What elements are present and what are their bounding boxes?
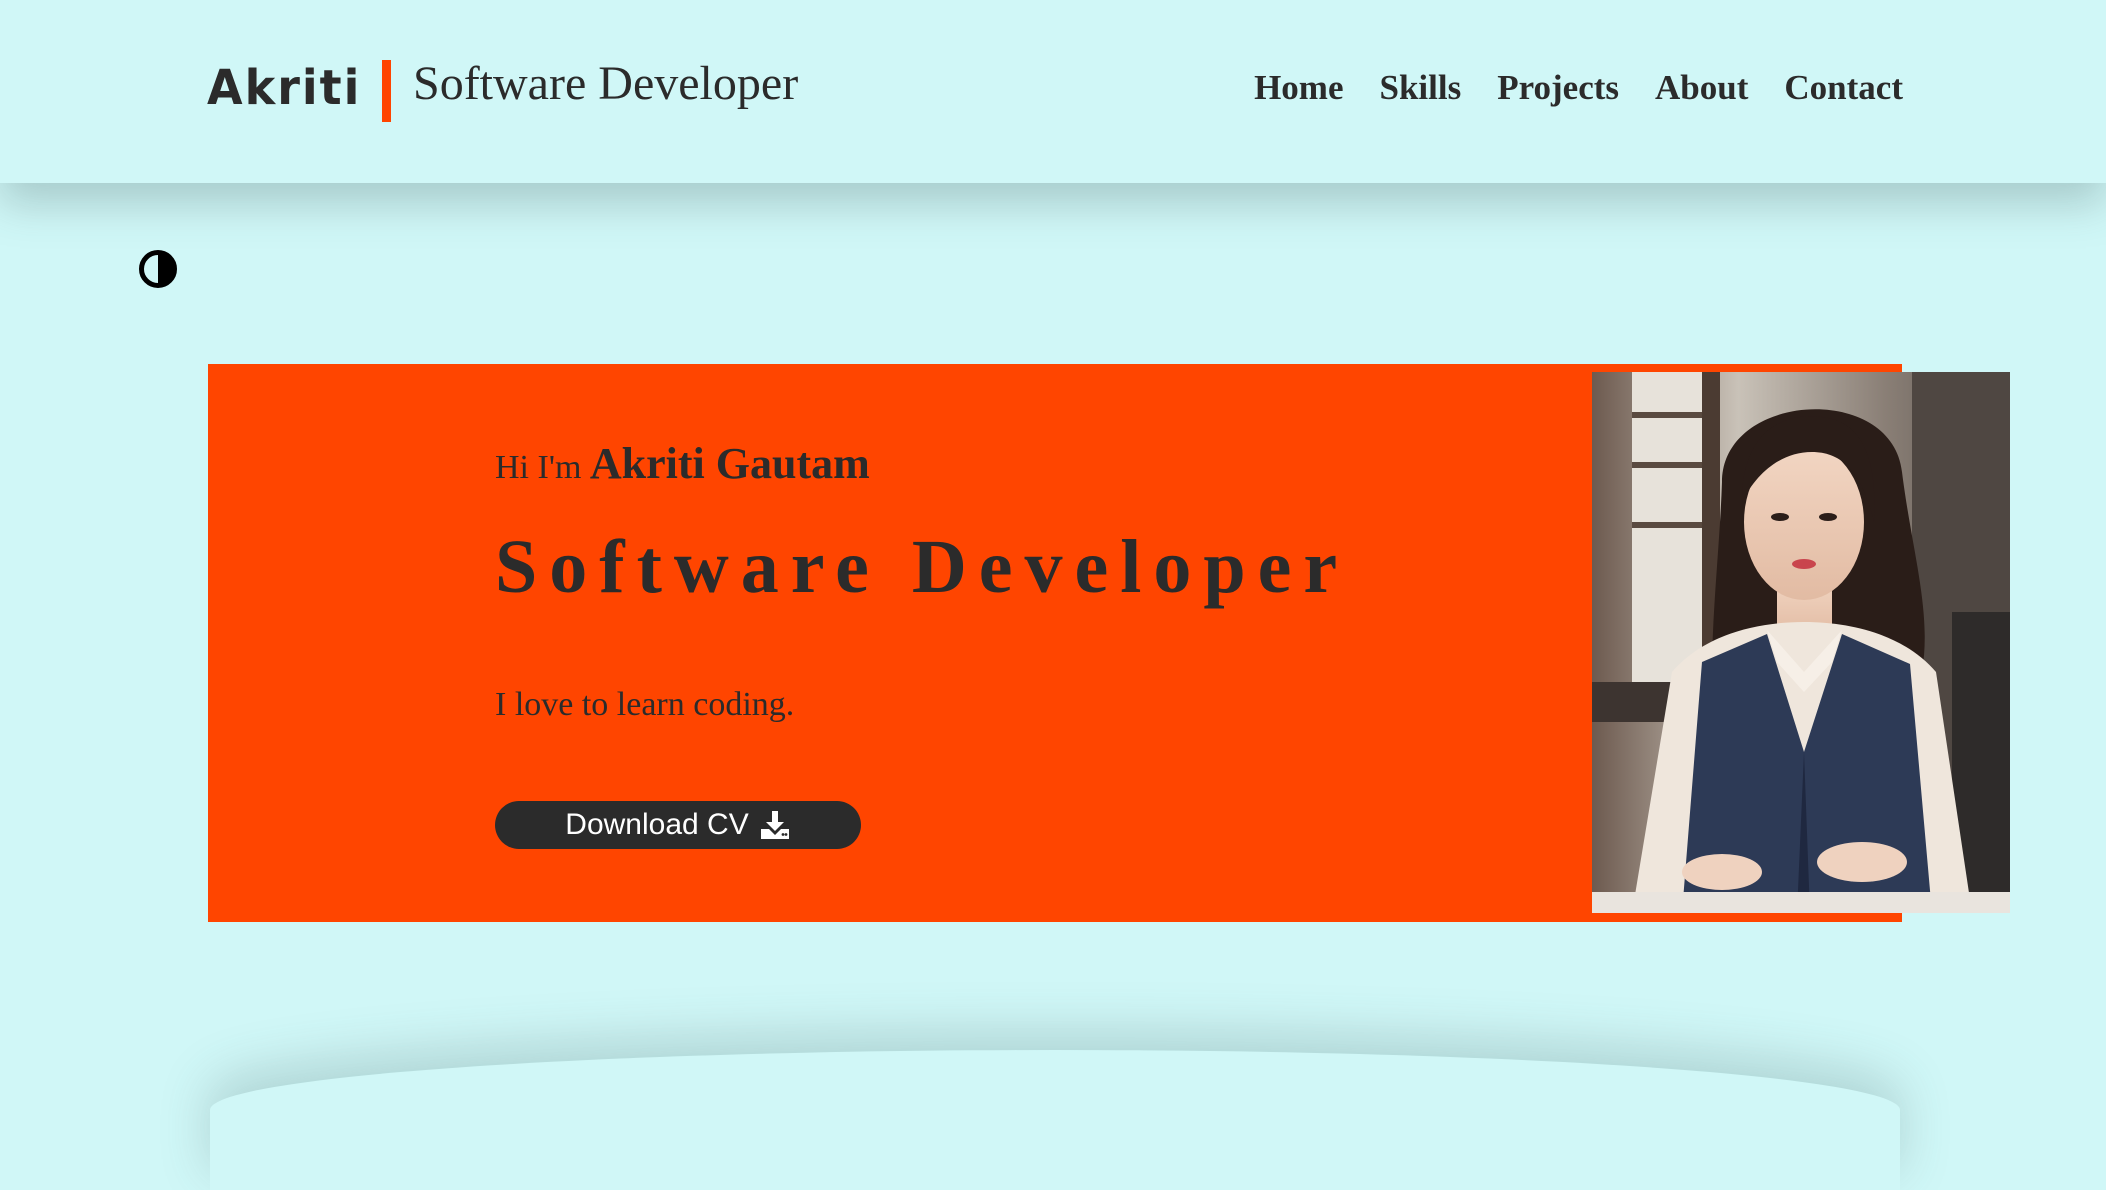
hero-greeting: Hi I'm Akriti Gautam (495, 438, 870, 489)
hero-name: Akriti Gautam (589, 439, 870, 488)
profile-photo (1592, 372, 2010, 913)
site-header: Akriti Software Developer Home Skills Pr… (0, 0, 2106, 183)
nav-projects[interactable]: Projects (1497, 68, 1619, 108)
next-section-edge (210, 1050, 1900, 1190)
brand-role: Software Developer (413, 57, 799, 110)
nav-contact[interactable]: Contact (1784, 68, 1903, 108)
hero-title: Software Developer (495, 525, 1350, 609)
nav-home[interactable]: Home (1254, 68, 1343, 108)
download-icon (759, 810, 791, 840)
nav-about[interactable]: About (1655, 68, 1748, 108)
hero-tagline: I love to learn coding. (495, 686, 795, 723)
main-nav: Home Skills Projects About Contact (1254, 68, 1903, 108)
download-cv-label: Download CV (565, 808, 749, 841)
greeting-prefix: Hi I'm (495, 449, 582, 486)
contrast-icon[interactable] (139, 250, 177, 288)
download-cv-button[interactable]: Download CV (495, 801, 861, 849)
brand-divider (382, 60, 391, 122)
brand-logo[interactable]: Akriti (207, 59, 361, 116)
nav-skills[interactable]: Skills (1380, 68, 1462, 108)
